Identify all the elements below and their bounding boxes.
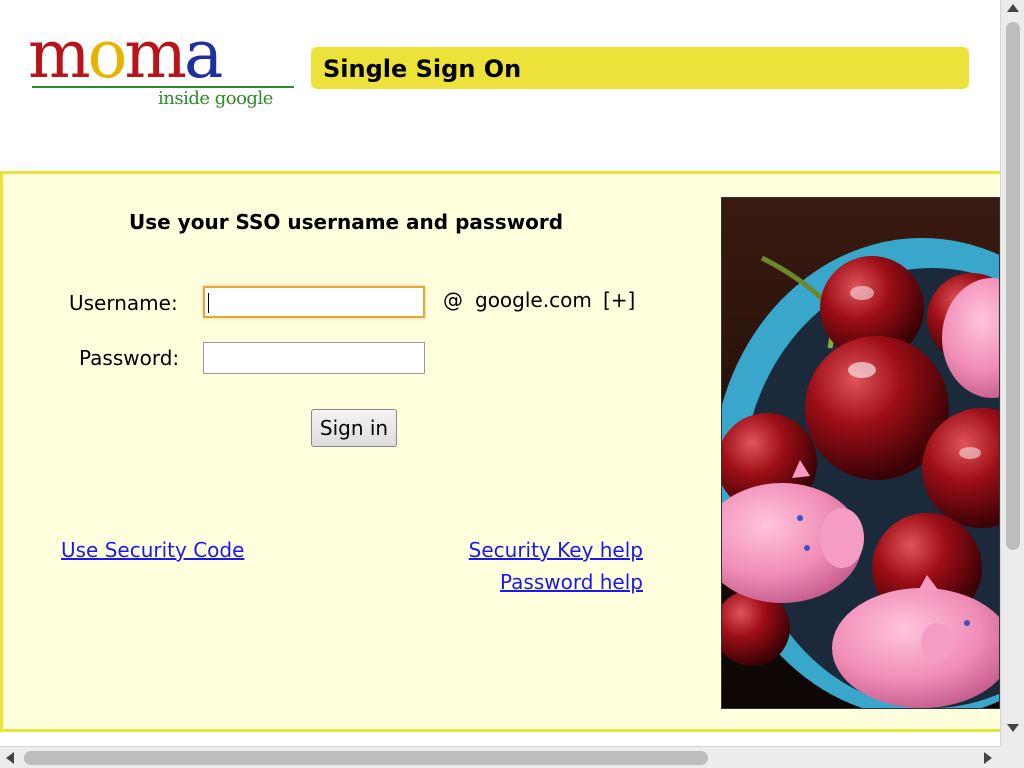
logo-letter: m [28, 16, 91, 93]
logo-tagline: inside google [158, 88, 273, 109]
password-help-link[interactable]: Password help [500, 570, 643, 594]
vertical-scrollbar[interactable] [1000, 0, 1024, 746]
vertical-scroll-thumb[interactable] [1006, 22, 1020, 550]
logo-letter: a [183, 16, 223, 93]
cherries-photo [721, 197, 1000, 709]
scroll-down-arrow-icon[interactable] [1007, 724, 1019, 732]
logo-word: moma [28, 22, 223, 88]
header-bar: Single Sign On [311, 47, 969, 89]
username-input[interactable] [203, 286, 425, 318]
scroll-right-arrow-icon[interactable] [984, 752, 992, 764]
domain-label: google.com [475, 288, 592, 312]
password-input[interactable] [203, 342, 425, 374]
text-cursor [208, 293, 209, 313]
cherries-and-pig-figurines-photo [722, 198, 999, 708]
username-label: Username: [69, 291, 178, 315]
use-security-code-link[interactable]: Use Security Code [61, 538, 244, 562]
scrollbar-corner [1000, 746, 1024, 768]
at-symbol: @ [443, 288, 463, 312]
logo-letter: m [124, 16, 187, 93]
login-heading: Use your SSO username and password [129, 210, 564, 234]
domain-expand-toggle[interactable]: [+] [603, 288, 635, 312]
sign-in-button[interactable]: Sign in [311, 409, 397, 447]
horizontal-scrollbar[interactable] [0, 746, 1000, 768]
moma-logo: moma inside google [28, 22, 298, 122]
scroll-left-arrow-icon[interactable] [6, 752, 14, 764]
page-title: Single Sign On [323, 55, 522, 83]
password-label: Password: [79, 346, 180, 370]
security-key-help-link[interactable]: Security Key help [469, 538, 643, 562]
scroll-up-arrow-icon[interactable] [1007, 4, 1019, 12]
logo-letter: o [87, 16, 128, 93]
horizontal-scroll-thumb[interactable] [24, 751, 708, 765]
sso-page: moma inside google Single Sign On Use yo… [0, 0, 1024, 768]
